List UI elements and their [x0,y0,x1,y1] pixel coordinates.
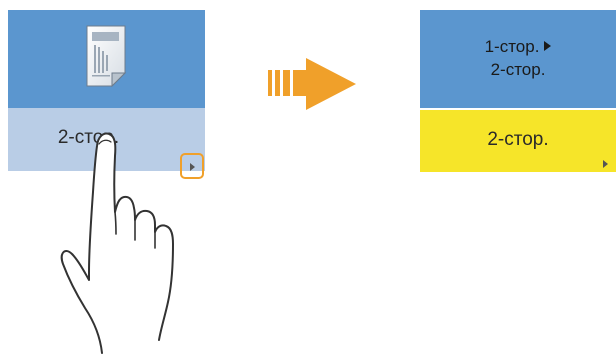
duplex-button-icon-area [8,10,205,108]
option-2-sided-label: 2-стор. [487,129,549,150]
option-1-sided-line2: 2-стор. [490,60,546,79]
triangle-right-icon [544,41,552,51]
right-arrow-icon [268,58,356,110]
option-1-sided-to-2-sided[interactable]: 1-стор. 2-стор. [420,10,616,108]
option-1-sided-line1: 1-стор. [420,37,616,57]
duplex-options-panel: 1-стор. 2-стор. 2-стор. [420,10,616,172]
document-duplex-icon [86,25,126,87]
pointing-hand-icon [60,132,174,354]
triangle-right-icon [603,160,608,168]
